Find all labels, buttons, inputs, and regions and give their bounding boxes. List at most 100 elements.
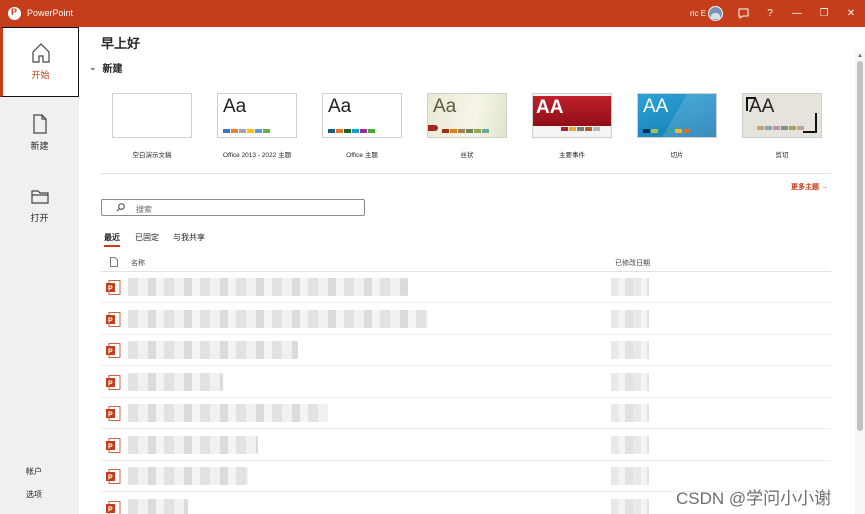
sidebar-item-label: 新建 <box>30 141 49 151</box>
template-blank[interactable]: 空白演示文稿 <box>112 93 192 159</box>
template-slice[interactable]: AA 切片 <box>637 93 717 159</box>
file-row[interactable]: P <box>101 430 831 461</box>
file-name-redacted <box>128 341 298 359</box>
file-row[interactable]: P <box>101 335 831 366</box>
file-row[interactable]: P <box>101 367 831 398</box>
pptx-file-icon: P <box>106 500 121 514</box>
file-date-redacted <box>611 372 649 391</box>
template-office[interactable]: Aa Office 主题 <box>322 93 402 159</box>
file-row[interactable]: P <box>101 398 831 429</box>
close-button[interactable]: ✕ <box>837 0 865 27</box>
file-date-redacted <box>611 309 649 328</box>
svg-text:P: P <box>108 349 113 356</box>
powerpoint-logo-icon <box>8 7 21 20</box>
template-cut[interactable]: AA 剪切 <box>742 93 822 159</box>
file-type-icon <box>110 257 118 267</box>
title-bar: PowerPoint ric E ? — ❐ ✕ <box>0 0 865 27</box>
sidebar: 开始 新建 打开 帐户 选项 <box>0 27 79 514</box>
template-label: 主要事件 <box>559 152 585 159</box>
file-list-header: 名称 已修改日期 <box>101 255 831 272</box>
new-file-icon <box>32 114 47 134</box>
template-label: Office 2013 - 2022 主题 <box>222 152 292 159</box>
file-name-redacted <box>128 467 248 485</box>
tab-shared[interactable]: 与我共享 <box>173 232 205 243</box>
template-main-event[interactable]: AA 主要事件 <box>532 93 612 159</box>
file-date-redacted <box>611 467 649 485</box>
restore-button[interactable]: ❐ <box>810 0 838 27</box>
template-wisp[interactable]: Aa 丝状 <box>427 93 507 159</box>
file-date-redacted <box>611 435 649 454</box>
file-date-redacted <box>611 278 649 296</box>
help-button[interactable]: ? <box>756 0 784 27</box>
file-name-redacted <box>128 309 428 328</box>
chevron-down-icon: ⌄ <box>89 62 97 72</box>
scrollbar[interactable]: ▲ <box>855 51 865 514</box>
folder-icon <box>30 190 49 204</box>
template-thumbnail: AA <box>742 93 822 138</box>
app-title: PowerPoint <box>27 8 74 18</box>
svg-text:P: P <box>108 506 113 513</box>
tab-pinned[interactable]: 已固定 <box>135 232 159 243</box>
feedback-button[interactable] <box>729 0 757 27</box>
sidebar-item-open[interactable]: 打开 <box>0 171 79 241</box>
file-name-redacted <box>128 278 408 296</box>
svg-text:P: P <box>108 317 113 324</box>
sidebar-account-link[interactable]: 帐户 <box>26 466 42 477</box>
pptx-file-icon: P <box>106 406 121 421</box>
file-name-redacted <box>128 498 188 514</box>
divider <box>101 173 831 174</box>
sidebar-item-label: 开始 <box>31 70 50 80</box>
file-date-redacted <box>611 404 649 422</box>
template-thumbnail: Aa <box>322 93 402 138</box>
scrollbar-thumb[interactable] <box>857 61 863 431</box>
file-row[interactable]: P <box>101 304 831 335</box>
svg-text:P: P <box>108 475 113 482</box>
sidebar-item-new[interactable]: 新建 <box>0 99 79 169</box>
search-placeholder: 搜索 <box>136 205 152 214</box>
tab-recent[interactable]: 最近 <box>104 232 120 247</box>
search-input[interactable]: 搜索 <box>101 199 365 216</box>
pptx-file-icon: P <box>106 343 121 358</box>
file-row[interactable]: P <box>101 272 831 303</box>
svg-text:P: P <box>108 443 113 450</box>
avatar[interactable] <box>708 6 723 21</box>
sidebar-item-label: 打开 <box>30 213 49 223</box>
pptx-file-icon: P <box>106 374 121 390</box>
column-header-name[interactable]: 名称 <box>131 258 145 268</box>
svg-text:P: P <box>108 412 113 419</box>
column-header-date[interactable]: 已修改日期 <box>615 258 650 268</box>
user-name[interactable]: ric E <box>690 9 706 18</box>
pptx-file-icon: P <box>106 469 121 484</box>
pptx-file-icon: P <box>106 280 121 295</box>
template-thumbnail <box>112 93 192 138</box>
sidebar-options-link[interactable]: 选项 <box>26 489 42 500</box>
file-date-redacted <box>611 341 649 359</box>
template-label: 丝状 <box>460 152 474 159</box>
svg-text:P: P <box>108 286 113 293</box>
sidebar-item-home[interactable]: 开始 <box>0 27 79 97</box>
file-name-redacted <box>128 404 328 422</box>
template-gallery: 空白演示文稿 Aa Office 2013 - 2022 主题 Aa Offic… <box>112 93 832 163</box>
template-office-2013[interactable]: Aa Office 2013 - 2022 主题 <box>217 93 297 159</box>
file-date-redacted <box>611 498 649 514</box>
template-thumbnail: AA <box>532 93 612 138</box>
page-title: 早上好 <box>101 36 141 51</box>
more-themes-link[interactable]: 更多主题 → <box>791 182 828 192</box>
minimize-button[interactable]: — <box>783 0 811 27</box>
template-thumbnail: Aa <box>217 93 297 138</box>
watermark: CSDN @学问小小谢 <box>676 489 832 508</box>
file-name-redacted <box>128 372 223 391</box>
home-icon <box>31 43 50 63</box>
template-label: 剪切 <box>775 152 789 159</box>
template-thumbnail: AA <box>637 93 717 138</box>
scroll-up-arrow-icon[interactable]: ▲ <box>857 53 863 59</box>
main-content: 早上好 ⌄ 新建 空白演示文稿 Aa Office 2013 - 2022 主题… <box>79 27 855 514</box>
pptx-file-icon: P <box>106 437 121 453</box>
feedback-icon <box>738 8 748 19</box>
template-label: Office 主题 <box>346 152 378 159</box>
template-label: 空白演示文稿 <box>132 152 172 159</box>
template-thumbnail: Aa <box>427 93 507 138</box>
file-name-redacted <box>128 435 258 454</box>
search-icon <box>116 203 125 212</box>
new-section-header[interactable]: ⌄ 新建 <box>89 60 123 75</box>
